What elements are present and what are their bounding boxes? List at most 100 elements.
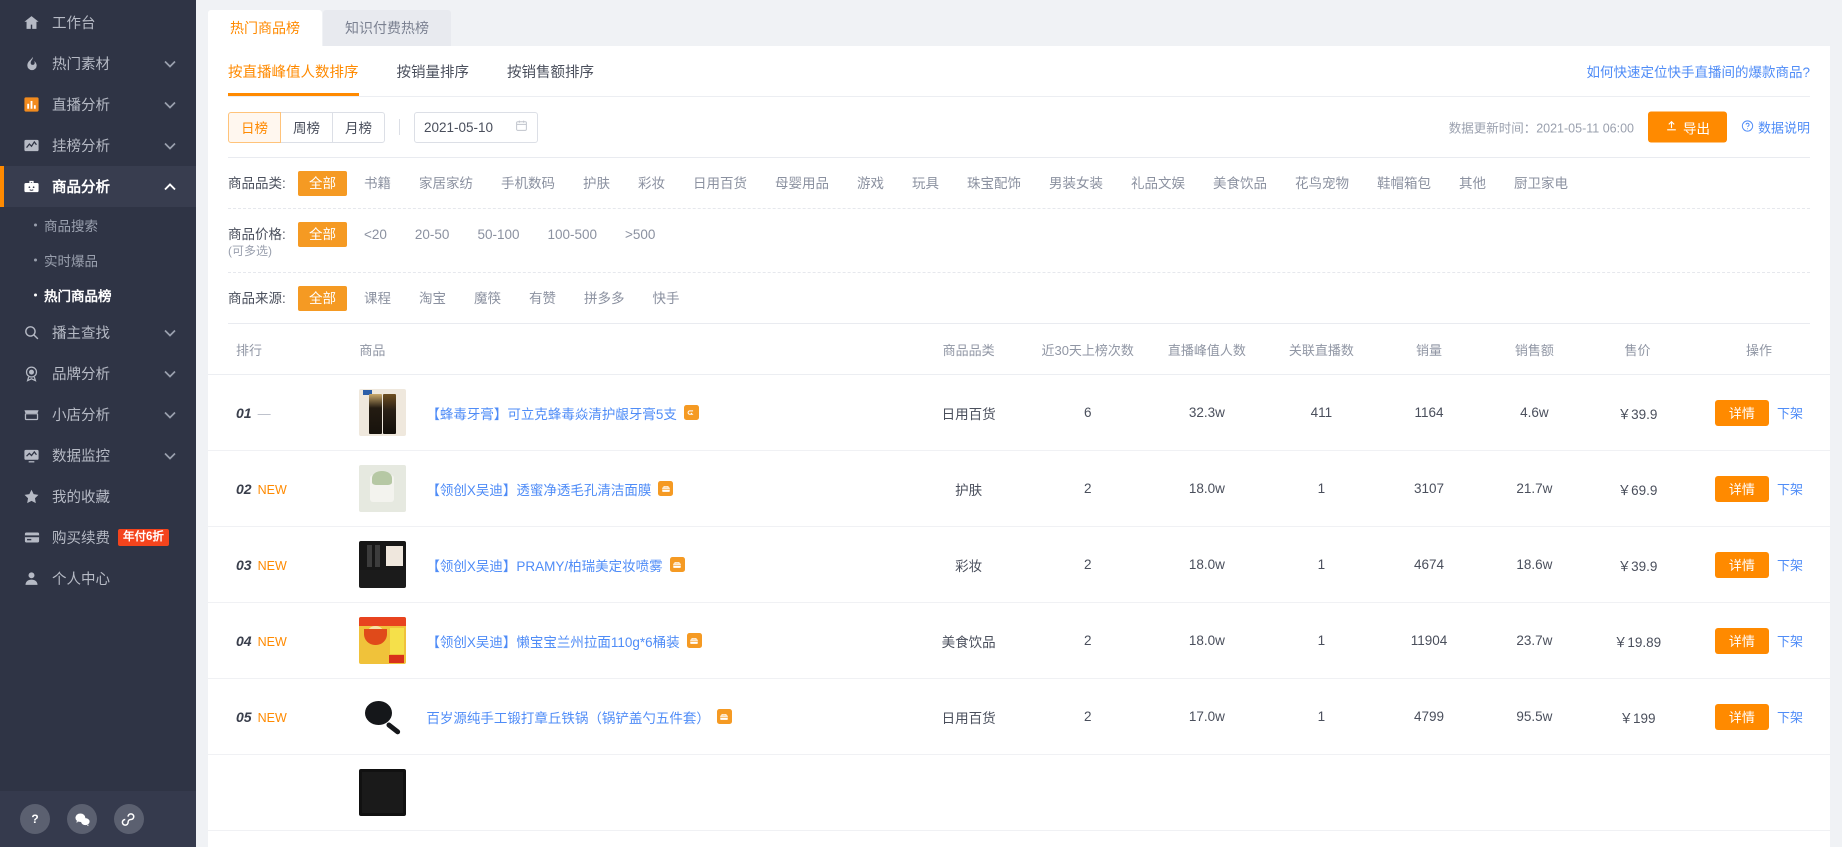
detail-button[interactable]: 详情 bbox=[1715, 704, 1769, 730]
filter-option-category[interactable]: 护肤 bbox=[572, 171, 621, 196]
sidebar-item-shop-analysis[interactable]: 小店分析 bbox=[0, 394, 196, 435]
subtab-label: 按销量排序 bbox=[397, 61, 470, 82]
filter-option-category[interactable]: 珠宝配饰 bbox=[956, 171, 1032, 196]
offshelf-link[interactable]: 下架 bbox=[1777, 555, 1803, 574]
filter-option-source[interactable]: 快手 bbox=[642, 286, 691, 311]
cell-rank: 01— bbox=[208, 375, 313, 451]
filter-option-category[interactable]: 书籍 bbox=[353, 171, 402, 196]
detail-button[interactable]: 详情 bbox=[1715, 400, 1769, 426]
offshelf-link[interactable]: 下架 bbox=[1777, 707, 1803, 726]
product-thumbnail[interactable] bbox=[359, 617, 406, 664]
offshelf-link[interactable]: 下架 bbox=[1777, 631, 1803, 650]
offshelf-link[interactable]: 下架 bbox=[1777, 479, 1803, 498]
sidebar-subitem-product-search[interactable]: 商品搜索 bbox=[0, 207, 196, 242]
sidebar-item-purchase-renew[interactable]: 购买续费 年付6折 bbox=[0, 517, 196, 558]
share-button[interactable] bbox=[114, 804, 144, 834]
filter-option-category[interactable]: 礼品文娱 bbox=[1120, 171, 1196, 196]
data-description-link[interactable]: 数据说明 bbox=[1741, 118, 1810, 137]
subtab-sort-by-peak-viewers[interactable]: 按直播峰值人数排序 bbox=[228, 46, 359, 96]
sidebar-item-product-analysis[interactable]: 商品分析 bbox=[0, 166, 196, 207]
product-thumbnail[interactable] bbox=[359, 465, 406, 512]
filter-option-category[interactable]: 美食饮品 bbox=[1202, 171, 1278, 196]
help-button[interactable]: ? bbox=[20, 804, 50, 834]
sidebar-item-live-analysis[interactable]: 直播分析 bbox=[0, 84, 196, 125]
product-thumbnail[interactable] bbox=[359, 693, 406, 740]
detail-button[interactable]: 详情 bbox=[1715, 552, 1769, 578]
filter-option-price[interactable]: 50-100 bbox=[466, 222, 530, 247]
filter-option-price[interactable]: 100-500 bbox=[536, 222, 608, 247]
filter-option-source[interactable]: 淘宝 bbox=[408, 286, 457, 311]
filter-option-category[interactable]: 手机数码 bbox=[490, 171, 566, 196]
app-root: 工作台 热门素材 直播分析 挂榜分析 商品分析 bbox=[0, 0, 1842, 847]
sidebar-item-brand-analysis[interactable]: 品牌分析 bbox=[0, 353, 196, 394]
wechat-button[interactable] bbox=[67, 804, 97, 834]
filter-option-category[interactable]: 其他 bbox=[1448, 171, 1497, 196]
product-name-link[interactable]: 【领创X吴迪】PRAMY/柏瑞美定妆喷雾 bbox=[426, 555, 684, 575]
filter-option-source[interactable]: 全部 bbox=[298, 286, 347, 311]
cell-sales-volume bbox=[1376, 755, 1481, 831]
filter-option-category[interactable]: 男装女装 bbox=[1038, 171, 1114, 196]
sidebar-item-board-analysis[interactable]: 挂榜分析 bbox=[0, 125, 196, 166]
product-thumbnail[interactable] bbox=[359, 541, 406, 588]
tab-knowledge-paid-board[interactable]: 知识付费热榜 bbox=[323, 10, 451, 46]
tab-hot-product-board[interactable]: 热门商品榜 bbox=[208, 10, 322, 46]
filter-option-price[interactable]: >500 bbox=[614, 222, 666, 247]
period-monthly-button[interactable]: 月榜 bbox=[332, 112, 385, 143]
product-name-link[interactable]: 百岁源纯手工锻打章丘铁锅（锅铲盖勺五件套） bbox=[426, 707, 732, 727]
filter-option-category[interactable]: 鞋帽箱包 bbox=[1366, 171, 1442, 196]
filter-option-category[interactable]: 全部 bbox=[298, 171, 347, 196]
subtab-sort-by-sales-amount[interactable]: 按销售额排序 bbox=[507, 46, 594, 96]
filter-option-category[interactable]: 母婴用品 bbox=[764, 171, 840, 196]
subtab-sort-by-sales-volume[interactable]: 按销量排序 bbox=[397, 46, 470, 96]
data-description-label: 数据说明 bbox=[1758, 118, 1810, 137]
date-picker[interactable]: 2021-05-10 bbox=[414, 112, 538, 143]
offshelf-link[interactable]: 下架 bbox=[1777, 403, 1803, 422]
filter-option-source[interactable]: 拼多多 bbox=[573, 286, 636, 311]
sidebar-item-my-favorites[interactable]: 我的收藏 bbox=[0, 476, 196, 517]
cell-price: ￥39.9 bbox=[1587, 527, 1688, 603]
filter-option-category[interactable]: 游戏 bbox=[846, 171, 895, 196]
cell-related-lives: 411 bbox=[1266, 375, 1376, 451]
product-name-link[interactable]: 【领创X吴迪】懒宝宝兰州拉面110g*6桶装 bbox=[426, 631, 701, 651]
export-label: 导出 bbox=[1683, 117, 1710, 137]
filter-row-price: 商品价格: (可多选) 全部 <20 20-50 50-100 100-500 … bbox=[228, 209, 1810, 273]
filter-option-price[interactable]: <20 bbox=[353, 222, 398, 247]
sidebar-item-workbench[interactable]: 工作台 bbox=[0, 2, 196, 43]
cell-days30: 2 bbox=[1028, 603, 1147, 679]
export-button[interactable]: 导出 bbox=[1648, 112, 1727, 143]
filter-option-source[interactable]: 魔筷 bbox=[463, 286, 512, 311]
help-article-link[interactable]: 如何快速定位快手直播间的爆款商品? bbox=[1586, 61, 1810, 81]
cell-peak-viewers: 18.0w bbox=[1147, 451, 1266, 527]
sidebar-item-hot-material[interactable]: 热门素材 bbox=[0, 43, 196, 84]
period-weekly-button[interactable]: 周榜 bbox=[280, 112, 333, 143]
filter-option-category[interactable]: 厨卫家电 bbox=[1503, 171, 1579, 196]
product-thumbnail[interactable] bbox=[359, 769, 406, 816]
cell-operations: 详情 下架 bbox=[1688, 603, 1830, 679]
filter-option-price[interactable]: 全部 bbox=[298, 222, 347, 247]
filter-option-category[interactable]: 花鸟宠物 bbox=[1284, 171, 1360, 196]
trend-icon bbox=[22, 136, 41, 155]
filter-option-category[interactable]: 彩妆 bbox=[627, 171, 676, 196]
table-row: 03NEW 【领创X吴迪】PRAMY/柏瑞美定妆喷雾 彩妆 bbox=[208, 527, 1830, 603]
period-daily-button[interactable]: 日榜 bbox=[228, 112, 281, 143]
product-thumbnail[interactable] bbox=[359, 389, 406, 436]
operation-group: 详情 下架 bbox=[1688, 400, 1830, 426]
filter-option-source[interactable]: 有赞 bbox=[518, 286, 567, 311]
sidebar-subitem-realtime-hot[interactable]: 实时爆品 bbox=[0, 242, 196, 277]
detail-button[interactable]: 详情 bbox=[1715, 628, 1769, 654]
sidebar-item-anchor-search[interactable]: 播主查找 bbox=[0, 312, 196, 353]
product-name-link[interactable]: 【领创X吴迪】透蜜净透毛孔清洁面膜 bbox=[426, 479, 673, 499]
sidebar-subitem-hot-product-board[interactable]: 热门商品榜 bbox=[0, 277, 196, 312]
product-name-link[interactable]: 【蜂毒牙膏】可立克蜂毒焱清护龈牙膏5支 bbox=[426, 403, 699, 423]
filter-label-text: 商品品类: bbox=[228, 176, 286, 191]
sidebar-item-data-monitor[interactable]: 数据监控 bbox=[0, 435, 196, 476]
filter-option-source[interactable]: 课程 bbox=[353, 286, 402, 311]
filter-option-category[interactable]: 家居家纺 bbox=[408, 171, 484, 196]
cell-category: 彩妆 bbox=[909, 527, 1028, 603]
filter-option-category[interactable]: 玩具 bbox=[901, 171, 950, 196]
cell-sales-amount: 18.6w bbox=[1482, 527, 1587, 603]
filter-option-price[interactable]: 20-50 bbox=[404, 222, 461, 247]
sidebar-item-personal-center[interactable]: 个人中心 bbox=[0, 558, 196, 599]
filter-option-category[interactable]: 日用百货 bbox=[682, 171, 758, 196]
detail-button[interactable]: 详情 bbox=[1715, 476, 1769, 502]
